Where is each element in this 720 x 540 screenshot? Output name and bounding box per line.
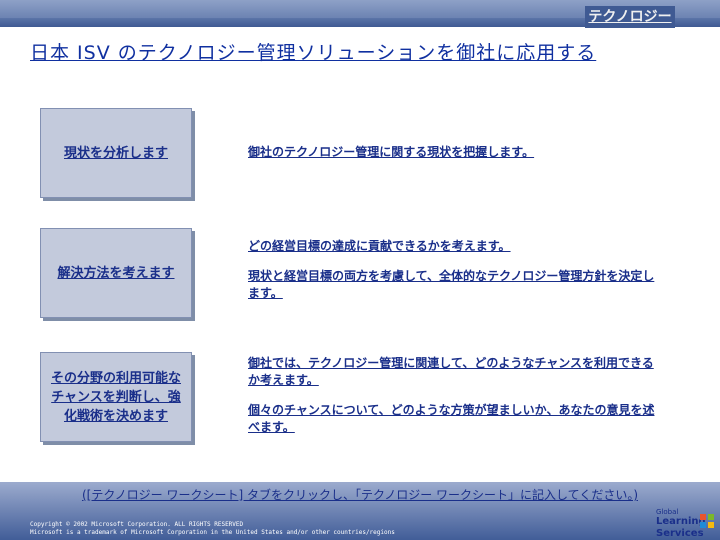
step-opportunity-button[interactable]: その分野の利用可能なチャンスを判断し、強化戦術を決めます (40, 352, 192, 442)
worksheet-instruction: ([テクノロジー ワークシート] タブをクリックし、「テクノロジー ワークシート… (81, 488, 638, 502)
description-goals: どの経営目標の達成に貢献できるかを考えます。 (248, 239, 511, 253)
tab-technology[interactable]: テクノロジー (585, 6, 675, 28)
description-opinion: 個々のチャンスについて、どのような方策が望ましいか、あなたの意見を述べます。 (248, 403, 655, 434)
step-label: 解決方法を考えます (57, 265, 175, 281)
global-learning-services-logo: Global Learning Services (640, 508, 718, 540)
step-label: 現状を分析します (63, 145, 168, 161)
description-opportunities: 御社では、テクノロジー管理に関連して、どのようなチャンスを利用できるか考えます。 (248, 356, 654, 387)
copyright: Copyright © 2002 Microsoft Corporation. … (30, 521, 590, 537)
step-analyze-button[interactable]: 現状を分析します (40, 108, 192, 198)
microsoft-logo-icon (700, 514, 714, 528)
page-title: 日本 ISV のテクノロジー管理ソリューションを御社に応用する (30, 42, 597, 64)
description-current-state: 御社のテクノロジー管理に関する現状を把握します。 (248, 145, 535, 159)
logo-line: Learning (656, 516, 706, 527)
logo-line: Services (656, 528, 704, 539)
step-label: その分野の利用可能なチャンスを判断し、強化戦術を決めます (50, 370, 181, 424)
step-solution-button[interactable]: 解決方法を考えます (40, 228, 192, 318)
trademark-line: Microsoft is a trademark of Microsoft Co… (30, 529, 395, 536)
description-policy: 現状と経営目標の両方を考慮して、全体的なテクノロジー管理方針を決定します。 (248, 269, 655, 300)
logo-line: Global (656, 508, 679, 516)
copyright-line: Copyright © 2002 Microsoft Corporation. … (30, 521, 244, 528)
